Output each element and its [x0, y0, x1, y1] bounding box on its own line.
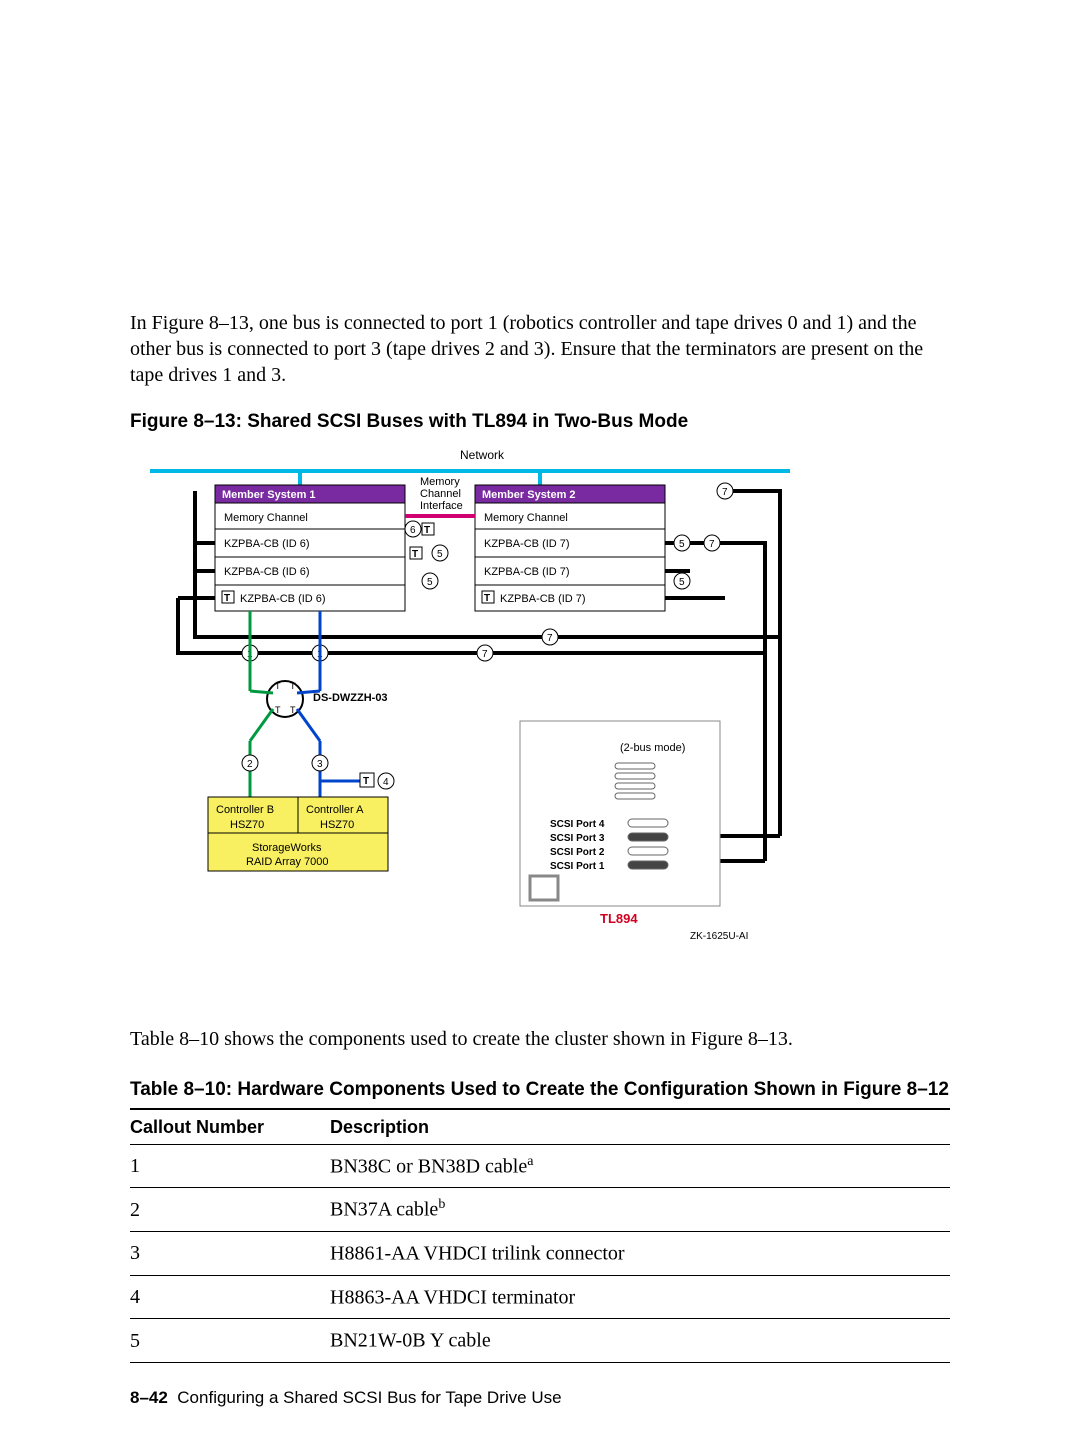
- svg-text:SCSI Port 4: SCSI Port 4: [550, 819, 605, 830]
- table-row: 1 BN38C or BN38D cablea: [130, 1144, 950, 1188]
- table-row: 5 BN21W-0B Y cable: [130, 1319, 950, 1363]
- svg-text:KZPBA-CB (ID 7): KZPBA-CB (ID 7): [500, 593, 586, 605]
- svg-text:SCSI Port 2: SCSI Port 2: [550, 847, 605, 858]
- table-row: 3 H8861-AA VHDCI trilink connector: [130, 1232, 950, 1276]
- col-callout: Callout Number: [130, 1110, 330, 1144]
- svg-text:Memory Channel: Memory Channel: [484, 512, 568, 524]
- page-number: 8–42: [130, 1388, 168, 1407]
- svg-text:T: T: [484, 593, 490, 604]
- callout-3: 3: [312, 755, 328, 771]
- svg-text:KZPBA-CB (ID 6): KZPBA-CB (ID 6): [224, 566, 310, 578]
- svg-text:StorageWorks: StorageWorks: [252, 842, 322, 854]
- table-caption: Table 8–10: Hardware Components Used to …: [130, 1078, 950, 1103]
- callout-5a: 5: [432, 545, 448, 561]
- callout-4: 4: [378, 773, 394, 789]
- svg-text:HSZ70: HSZ70: [320, 819, 354, 831]
- svg-text:T: T: [424, 525, 430, 536]
- svg-text:Member System 2: Member System 2: [482, 489, 576, 501]
- intro-paragraph: In Figure 8–13, one bus is connected to …: [130, 310, 950, 388]
- figure-caption: Figure 8–13: Shared SCSI Buses with TL89…: [130, 410, 950, 435]
- svg-text:T: T: [363, 776, 369, 787]
- svg-text:7: 7: [547, 633, 553, 644]
- svg-text:KZPBA-CB (ID 6): KZPBA-CB (ID 6): [240, 593, 326, 605]
- svg-text:KZPBA-CB (ID 6): KZPBA-CB (ID 6): [224, 538, 310, 550]
- figure-diagram: Network Memory Channel Interface Member …: [130, 441, 950, 1008]
- raid-array: Controller B Controller A HSZ70 HSZ70 St…: [208, 797, 388, 871]
- col-description: Description: [330, 1110, 950, 1144]
- svg-text:5: 5: [679, 539, 685, 550]
- svg-text:4: 4: [383, 777, 389, 788]
- table-row: 2 BN37A cableb: [130, 1188, 950, 1232]
- callout-5c: 5: [674, 535, 690, 551]
- svg-text:7: 7: [722, 487, 728, 498]
- t-marker-mid: T: [410, 547, 422, 560]
- callout-5d: 5: [674, 573, 690, 589]
- mid-paragraph: Table 8–10 shows the components used to …: [130, 1026, 950, 1052]
- mci-label-3: Interface: [420, 500, 463, 512]
- tl894-box: (2-bus mode) SCSI Port 4 SCSI Port 3 SCS…: [520, 721, 720, 906]
- callout-7d: 7: [477, 645, 493, 661]
- svg-text:Controller B: Controller B: [216, 804, 274, 816]
- callout-5b: 5: [422, 573, 438, 589]
- svg-text:6: 6: [410, 525, 416, 536]
- callout-7c: 7: [542, 629, 558, 645]
- callout-6: 6: [405, 521, 421, 537]
- svg-text:KZPBA-CB (ID 7): KZPBA-CB (ID 7): [484, 566, 570, 578]
- svg-text:HSZ70: HSZ70: [230, 819, 264, 831]
- svg-text:7: 7: [482, 649, 488, 660]
- hardware-table: Callout Number Description 1 BN38C or BN…: [130, 1110, 950, 1363]
- svg-text:KZPBA-CB (ID 7): KZPBA-CB (ID 7): [484, 538, 570, 550]
- svg-text:Controller A: Controller A: [306, 804, 364, 816]
- callout-7b: 7: [717, 483, 733, 499]
- svg-text:5: 5: [679, 577, 685, 588]
- svg-text:T: T: [290, 681, 296, 691]
- svg-text:RAID Array 7000: RAID Array 7000: [246, 856, 329, 868]
- svg-text:(2-bus mode): (2-bus mode): [620, 742, 685, 754]
- footer-title: Configuring a Shared SCSI Bus for Tape D…: [177, 1388, 561, 1407]
- svg-text:T: T: [275, 705, 281, 715]
- svg-text:2: 2: [247, 759, 253, 770]
- tl894-label: TL894: [600, 911, 638, 926]
- member-system-2: Member System 2 Memory Channel KZPBA-CB …: [475, 485, 665, 611]
- svg-text:T: T: [290, 705, 296, 715]
- figure-id: ZK-1625U-AI: [690, 931, 748, 942]
- callout-7a: 7: [704, 535, 720, 551]
- callout-2: 2: [242, 755, 258, 771]
- hub-label: DS-DWZZH-03: [313, 692, 388, 704]
- mci-label-1: Memory: [420, 476, 460, 488]
- t-marker-6: T: [422, 523, 434, 536]
- svg-text:SCSI Port 3: SCSI Port 3: [550, 833, 605, 844]
- page-footer: 8–42 Configuring a Shared SCSI Bus for T…: [130, 1387, 950, 1409]
- table-row: 4 H8863-AA VHDCI terminator: [130, 1275, 950, 1319]
- member-system-1: Member System 1 Memory Channel KZPBA-CB …: [215, 485, 405, 611]
- svg-text:Memory Channel: Memory Channel: [224, 512, 308, 524]
- svg-text:SCSI Port 1: SCSI Port 1: [550, 861, 605, 872]
- svg-text:T: T: [412, 549, 418, 560]
- svg-text:5: 5: [437, 549, 443, 560]
- network-label: Network: [460, 448, 505, 462]
- svg-text:7: 7: [709, 539, 715, 550]
- svg-text:Member System 1: Member System 1: [222, 489, 316, 501]
- mci-label-2: Channel: [420, 488, 461, 500]
- svg-text:3: 3: [317, 759, 323, 770]
- svg-text:T: T: [224, 593, 230, 604]
- svg-text:5: 5: [427, 577, 433, 588]
- svg-text:T: T: [275, 681, 281, 691]
